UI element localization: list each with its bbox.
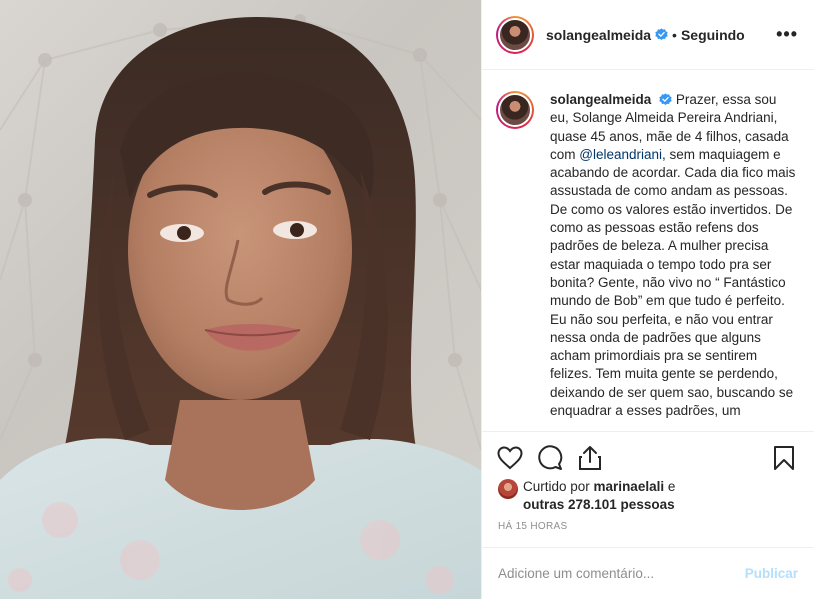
post-details-panel: solangealmeida • Seguindo ••• solangealm… — [481, 0, 814, 599]
mention-link[interactable]: @leleandriani — [579, 147, 662, 162]
liker-username[interactable]: marinaelali — [594, 479, 665, 494]
post-timestamp[interactable]: HÁ 15 HORAS — [498, 521, 567, 532]
likes-count-link[interactable]: outras 278.101 pessoas — [523, 497, 675, 512]
caption-verified-badge-icon — [659, 93, 672, 106]
post-photo[interactable] — [0, 0, 481, 599]
more-options-icon[interactable]: ••• — [776, 24, 798, 45]
publish-button[interactable]: Publicar — [745, 566, 798, 581]
author-avatar[interactable] — [496, 15, 534, 54]
post-header: solangealmeida • Seguindo ••• — [482, 0, 814, 70]
comment-input[interactable] — [498, 566, 745, 581]
caption-text-rest: , sem maquiagem e acabando de acordar. C… — [550, 146, 796, 419]
caption-author-avatar[interactable] — [496, 91, 534, 129]
header-separator: • — [672, 26, 677, 43]
comment-bar: Publicar — [482, 547, 814, 599]
likes-prefix: Curtido por — [523, 479, 594, 494]
selfie-image — [0, 14, 481, 599]
caption-username[interactable]: solangealmeida — [550, 92, 651, 107]
like-heart-icon[interactable] — [496, 444, 524, 472]
likes-summary: Curtido por marinaelali e outras 278.101… — [498, 478, 675, 514]
share-upload-icon[interactable] — [576, 444, 604, 472]
comment-bubble-icon[interactable] — [536, 444, 564, 472]
caption-section: solangealmeida Prazer, essa sou eu, Sola… — [482, 71, 814, 431]
following-button[interactable]: Seguindo — [681, 27, 745, 43]
verified-badge-icon — [655, 28, 668, 41]
liker-avatar[interactable] — [498, 479, 518, 499]
bookmark-save-icon[interactable] — [770, 444, 798, 472]
post-caption: solangealmeida Prazer, essa sou eu, Sola… — [550, 91, 798, 431]
likes-conjunction: e — [664, 479, 676, 494]
author-username[interactable]: solangealmeida — [546, 27, 651, 43]
action-bar — [482, 431, 814, 471]
